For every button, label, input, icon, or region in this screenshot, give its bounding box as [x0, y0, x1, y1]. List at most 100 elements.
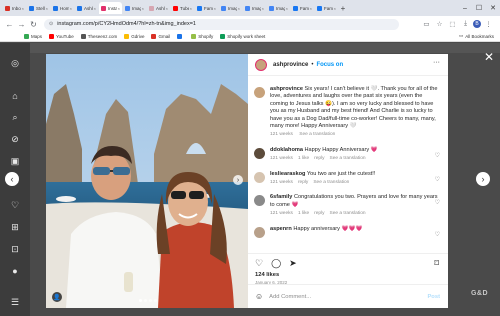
extensions-icon[interactable]: ⬚ [447, 18, 458, 29]
reply-link[interactable]: reply [314, 211, 324, 216]
post-comment-button[interactable]: Post [427, 294, 440, 300]
tab-close-icon[interactable]: × [46, 6, 48, 11]
comment-like-icon[interactable]: ♡ [435, 199, 440, 206]
reels-icon[interactable]: ▣ [9, 155, 21, 167]
comment-input[interactable]: Add Comment... [269, 294, 311, 300]
see-translation-link[interactable]: See a translation [330, 211, 366, 216]
tab-close-icon[interactable]: × [118, 6, 120, 11]
bookmark-item[interactable]: Gdrive [124, 34, 144, 39]
more-options-icon[interactable]: ··· [433, 59, 440, 66]
browser-tab[interactable]: Imag× [267, 2, 290, 14]
see-translation-link[interactable]: See a translation [313, 180, 349, 185]
previous-post-icon[interactable]: ‹ [5, 172, 19, 186]
caption-username[interactable]: ashprovince [270, 86, 303, 92]
all-bookmarks-button[interactable]: ▭ All Bookmarks [459, 33, 494, 39]
reply-link[interactable]: reply [314, 156, 324, 161]
instagram-logo-icon[interactable]: ◎ [9, 57, 21, 69]
tab-close-icon[interactable]: × [286, 6, 288, 11]
browser-tab[interactable]: Home× [51, 2, 74, 14]
like-icon[interactable]: ♡ [255, 258, 263, 269]
avatar[interactable] [255, 58, 267, 71]
more-menu-icon[interactable]: ☰ [9, 296, 21, 308]
save-icon[interactable]: ⌑ [434, 258, 439, 269]
tab-close-icon[interactable]: × [22, 6, 24, 11]
bookmark-item[interactable]: Theseenz.com [80, 34, 117, 39]
avatar[interactable] [254, 147, 265, 159]
browser-tab[interactable]: Tube× [171, 2, 194, 14]
tab-close-icon[interactable]: × [214, 6, 216, 11]
tab-close-icon[interactable]: × [94, 6, 96, 11]
browser-tab[interactable]: Insta × [99, 2, 122, 14]
search-icon[interactable]: ⌕ [9, 111, 21, 123]
bookmark-item[interactable]: YouTube [49, 34, 74, 39]
follow-button[interactable]: Focus on [316, 62, 343, 68]
comment-username[interactable]: lesliearaskog [270, 171, 305, 177]
downloads-icon[interactable]: ⤓ [460, 18, 471, 29]
avatar[interactable] [254, 195, 265, 207]
see-translation-link[interactable]: See a translation [299, 132, 335, 137]
post-username[interactable]: ashprovince [273, 62, 308, 68]
browser-tab[interactable]: Ashl × [147, 2, 170, 14]
tab-close-icon[interactable]: × [238, 6, 240, 11]
profile-avatar[interactable]: B [473, 19, 481, 28]
avatar[interactable] [254, 171, 265, 183]
maximize-icon[interactable]: ☐ [472, 0, 486, 16]
comment-likes[interactable]: 1 like [298, 156, 309, 161]
close-window-icon[interactable]: ✕ [486, 0, 500, 16]
bookmark-item[interactable]: Gmail [151, 34, 170, 39]
bookmark-item[interactable]: Shopify work sheet [220, 34, 265, 39]
url-input[interactable]: ⊙ instagram.com/p/CY2HmdOdm4/?hl=zh-tn&i… [44, 18, 399, 30]
close-modal-icon[interactable]: ✕ [484, 50, 494, 64]
notifications-icon[interactable]: ♡ [9, 199, 21, 211]
avatar[interactable] [254, 226, 265, 238]
browser-tab[interactable]: Fami× [315, 2, 338, 14]
browser-tab[interactable]: Fami× [195, 2, 218, 14]
browser-tab[interactable]: Imag× [243, 2, 266, 14]
browser-tab[interactable]: Stellr× [27, 2, 50, 14]
menu-icon[interactable]: ⋮ [483, 18, 494, 29]
tab-close-icon[interactable]: × [334, 6, 336, 11]
bookmark-item[interactable]: Maps [24, 34, 42, 39]
tab-close-icon[interactable]: × [166, 6, 168, 11]
bookmark-item[interactable] [177, 34, 184, 39]
photo-next-icon[interactable]: › [233, 175, 243, 185]
see-translation-link[interactable]: See a translation [330, 156, 366, 161]
likes-count[interactable]: 124 likes [255, 272, 441, 278]
create-icon[interactable]: ⊞ [9, 221, 21, 233]
profile-icon[interactable]: ● [9, 265, 21, 277]
post-photo[interactable]: 👤 › [46, 54, 248, 308]
comment-like-icon[interactable]: ♡ [435, 152, 440, 159]
comment-like-icon[interactable]: ♡ [435, 176, 440, 183]
share-icon[interactable]: ➤ [289, 258, 297, 269]
reply-link[interactable]: reply [298, 180, 308, 185]
tab-close-icon[interactable]: × [190, 6, 192, 11]
dashboard-icon[interactable]: ⊡ [9, 243, 21, 255]
tagged-people-icon[interactable]: 👤 [52, 292, 62, 302]
emoji-icon[interactable]: ☺ [255, 292, 263, 301]
bookmark-star-icon[interactable]: ☆ [434, 18, 445, 29]
home-icon[interactable]: ⌂ [9, 90, 21, 102]
comment-icon[interactable]: ◯ [271, 258, 281, 269]
browser-tab[interactable]: Fami× [291, 2, 314, 14]
tab-close-icon[interactable]: × [310, 6, 312, 11]
tab-close-icon[interactable]: × [262, 6, 264, 11]
comment-likes[interactable]: 1 like [298, 211, 309, 216]
browser-tab[interactable]: Imag× [123, 2, 146, 14]
comment-username[interactable]: ddoklahoma [270, 147, 303, 153]
comment-like-icon[interactable]: ♡ [435, 231, 440, 238]
browser-tab[interactable]: Imag× [219, 2, 242, 14]
comment-username[interactable]: 6sfamily [270, 194, 292, 200]
minimize-icon[interactable]: – [458, 0, 472, 16]
comment-username[interactable]: aspenrn [270, 226, 292, 232]
new-tab-button[interactable]: + [339, 3, 347, 13]
back-icon[interactable]: ← [4, 19, 15, 30]
tab-close-icon[interactable]: × [142, 6, 144, 11]
cast-icon[interactable]: ▭ [421, 18, 432, 29]
tab-close-icon[interactable]: × [70, 6, 72, 11]
bookmark-item[interactable]: Shopify [191, 34, 213, 39]
browser-tab[interactable]: Ashle× [75, 2, 98, 14]
avatar[interactable] [254, 87, 265, 98]
browser-tab[interactable]: Inbox× [3, 2, 26, 14]
site-info-icon[interactable]: ⊙ [49, 21, 53, 27]
reload-icon[interactable]: ↻ [28, 19, 39, 30]
